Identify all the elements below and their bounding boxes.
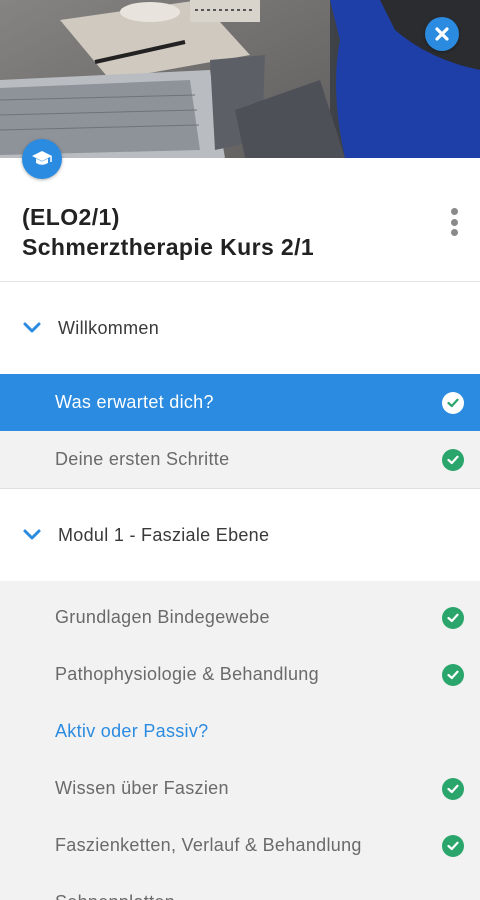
lesson-item-wissen-ueber-faszien[interactable]: Wissen über Faszien [0, 760, 480, 817]
check-circle-icon [442, 606, 464, 629]
lesson-item-sehnenplatten[interactable]: Sehnenplatten [0, 874, 480, 900]
lesson-title: Sehnenplatten [55, 892, 175, 900]
lesson-title: Deine ersten Schritte [55, 449, 230, 469]
lesson-title: Aktiv oder Passiv? [55, 721, 209, 741]
course-header: (ELO2/1) Schmerztherapie Kurs 2/1 [0, 158, 480, 282]
section-title: Willkommen [58, 317, 160, 338]
lesson-list: Willkommen Was erwartet dich? Deine erst… [0, 282, 480, 900]
more-options-button[interactable] [440, 204, 468, 240]
close-button[interactable] [425, 17, 459, 51]
section-header-modul-1[interactable]: Modul 1 - Fasziale Ebene [0, 489, 480, 581]
lesson-item-aktiv-oder-passiv[interactable]: Aktiv oder Passiv? [0, 703, 480, 760]
lesson-title: Pathophysiologie & Behandlung [55, 664, 319, 684]
lesson-item-faszienketten[interactable]: Faszienketten, Verlauf & Behandlung [0, 817, 480, 874]
course-title: (ELO2/1) Schmerztherapie Kurs 2/1 [22, 202, 422, 262]
section-title: Modul 1 - Fasziale Ebene [58, 524, 270, 545]
course-title-line2: Schmerztherapie Kurs 2/1 [22, 234, 315, 260]
lesson-item-deine-ersten-schritte[interactable]: Deine ersten Schritte [0, 431, 480, 488]
lesson-title: Faszienketten, Verlauf & Behandlung [55, 835, 362, 855]
check-circle-icon [442, 834, 464, 857]
course-hero-image [0, 0, 480, 158]
lesson-item-grundlagen-bindegewebe[interactable]: Grundlagen Bindegewebe [0, 589, 480, 646]
check-circle-icon [442, 663, 464, 686]
lesson-title: Grundlagen Bindegewebe [55, 607, 270, 627]
check-circle-icon [442, 448, 464, 471]
check-circle-icon [442, 777, 464, 800]
lesson-title: Wissen über Faszien [55, 778, 229, 798]
chevron-down-icon [23, 529, 41, 540]
more-vertical-icon [450, 208, 458, 215]
graduation-cap-icon [32, 151, 52, 165]
course-title-line1: (ELO2/1) [22, 204, 120, 230]
lesson-item-was-erwartet-dich[interactable]: Was erwartet dich? [0, 374, 480, 431]
section-header-willkommen[interactable]: Willkommen [0, 282, 480, 374]
close-icon [435, 27, 449, 41]
course-badge [22, 139, 62, 179]
check-circle-icon [442, 391, 464, 414]
lesson-title: Was erwartet dich? [55, 392, 214, 412]
lesson-item-pathophysiologie[interactable]: Pathophysiologie & Behandlung [0, 646, 480, 703]
spacer [0, 581, 480, 589]
chevron-down-icon [23, 322, 41, 333]
hero-photo [0, 0, 480, 158]
